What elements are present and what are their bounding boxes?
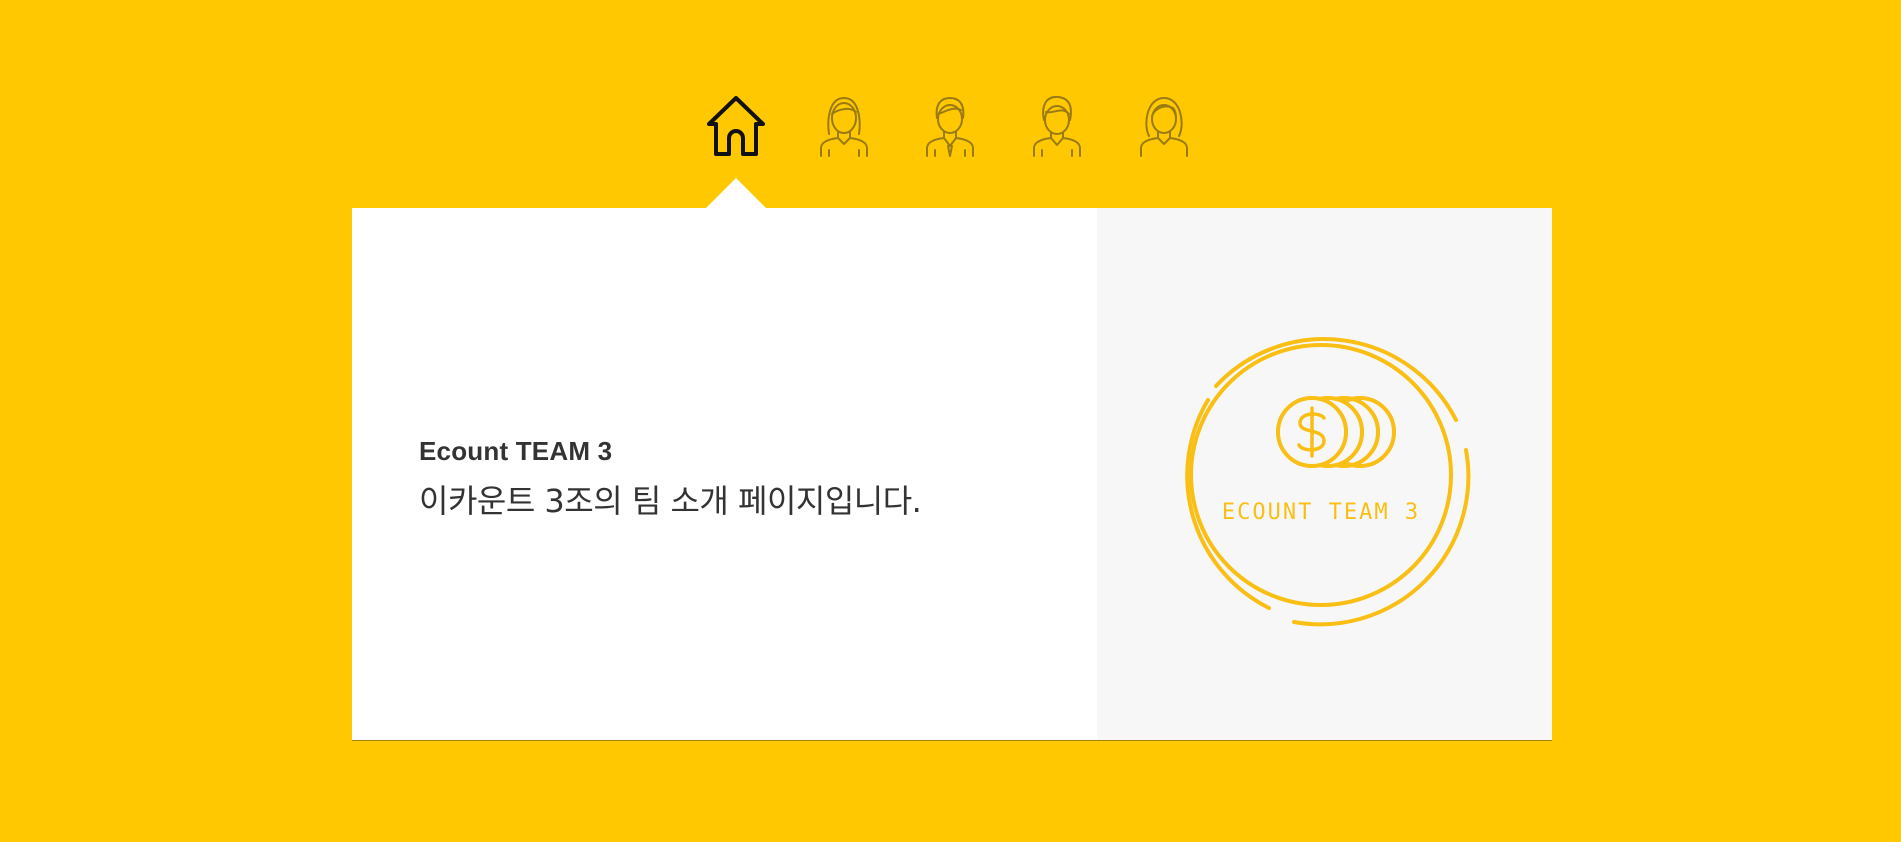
logo-text: ECOUNT TEAM 3 (1221, 500, 1421, 525)
nav-member-1[interactable] (809, 90, 879, 160)
intro-text-panel: Ecount TEAM 3 이카운트 3조의 팀 소개 페이지입니다. (352, 208, 1097, 740)
home-icon (707, 96, 765, 156)
nav-home[interactable] (701, 90, 771, 160)
nav-member-3[interactable] (1022, 90, 1092, 160)
logo-panel: ECOUNT TEAM 3 (1097, 208, 1552, 740)
male-member-icon (1033, 95, 1081, 157)
female-member-icon (820, 97, 868, 157)
team-logo: ECOUNT TEAM 3 (1166, 320, 1476, 630)
nav-member-2[interactable] (915, 90, 985, 160)
active-nav-pointer (705, 178, 767, 209)
team-title: Ecount TEAM 3 (419, 436, 613, 466)
female-member-icon (1140, 97, 1188, 157)
nav-member-4[interactable] (1129, 90, 1199, 160)
male-member-icon (926, 97, 974, 157)
team-description: 이카운트 3조의 팀 소개 페이지입니다. (419, 482, 922, 520)
top-nav (0, 0, 1901, 180)
page: Ecount TEAM 3 이카운트 3조의 팀 소개 페이지입니다. ECOU… (0, 0, 1901, 842)
coin-logo-icon (1185, 337, 1471, 627)
intro-card: Ecount TEAM 3 이카운트 3조의 팀 소개 페이지입니다. ECOU… (352, 208, 1552, 740)
